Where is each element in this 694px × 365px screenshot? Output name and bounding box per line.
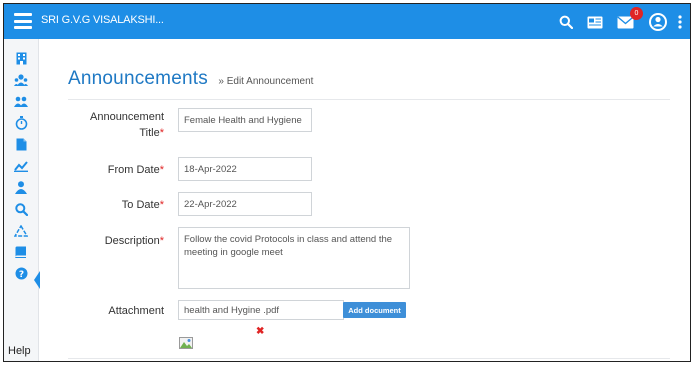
from-date-input[interactable]: 18-Apr-2022 bbox=[178, 157, 312, 181]
more-options-icon[interactable] bbox=[678, 15, 682, 29]
brand-name: SRI G.V.G VISALAKSHI... bbox=[41, 14, 164, 26]
search-icon[interactable] bbox=[4, 199, 38, 221]
notification-badge: 0 bbox=[630, 6, 643, 20]
app-window: SRI G.V.G VISALAKSHI... 0 ? Help Announc… bbox=[3, 3, 691, 362]
top-bar-actions: 0 bbox=[545, 6, 682, 34]
question-icon[interactable]: ? bbox=[4, 263, 38, 285]
breadcrumb: » Edit Announcement bbox=[218, 76, 314, 87]
add-document-button[interactable]: Add document bbox=[343, 302, 406, 318]
to-date-label: To Date* bbox=[121, 199, 164, 211]
title-label-line2: Title* bbox=[139, 127, 164, 139]
required-mark: * bbox=[159, 235, 164, 247]
chart-icon[interactable] bbox=[4, 156, 38, 178]
description-label: Description* bbox=[104, 235, 164, 247]
required-mark: * bbox=[159, 199, 164, 211]
users-icon[interactable] bbox=[4, 70, 38, 92]
book-icon[interactable] bbox=[4, 242, 38, 264]
required-mark: * bbox=[159, 127, 164, 139]
to-date-input[interactable]: 22-Apr-2022 bbox=[178, 192, 312, 216]
from-date-label: From Date* bbox=[107, 164, 164, 176]
help-link[interactable]: Help bbox=[8, 345, 31, 357]
mail-icon[interactable]: 0 bbox=[617, 6, 643, 29]
group-icon[interactable] bbox=[4, 91, 38, 113]
main-content: Announcements » Edit Announcement Announ… bbox=[38, 39, 690, 361]
title-label-line1: Announcement bbox=[90, 111, 164, 123]
user-icon[interactable] bbox=[4, 177, 38, 199]
stopwatch-icon[interactable] bbox=[4, 113, 38, 135]
divider bbox=[68, 99, 670, 100]
divider bbox=[68, 358, 670, 359]
svg-text:?: ? bbox=[18, 270, 23, 280]
document-icon[interactable] bbox=[4, 134, 38, 156]
sidebar: ? Help bbox=[4, 39, 40, 361]
remove-attachment-icon[interactable]: ✖ bbox=[256, 326, 264, 337]
page-heading: Announcements » Edit Announcement bbox=[68, 68, 313, 90]
news-icon[interactable] bbox=[587, 16, 603, 29]
recycle-icon[interactable] bbox=[4, 220, 38, 242]
broken-image-icon bbox=[179, 337, 193, 349]
menu-icon[interactable] bbox=[14, 13, 32, 29]
attachment-input[interactable]: health and Hygine .pdf bbox=[178, 300, 344, 320]
building-icon[interactable] bbox=[4, 48, 38, 70]
required-mark: * bbox=[159, 164, 164, 176]
page-title: Announcements bbox=[68, 68, 208, 89]
search-icon[interactable] bbox=[559, 15, 573, 29]
description-textarea[interactable]: Follow the covid Protocols in class and … bbox=[178, 227, 410, 289]
title-label: Announcement Title* bbox=[90, 109, 164, 141]
avatar[interactable] bbox=[648, 12, 668, 32]
attachment-label: Attachment bbox=[108, 305, 164, 317]
top-bar: SRI G.V.G VISALAKSHI... 0 bbox=[4, 4, 690, 39]
title-input[interactable]: Female Health and Hygiene bbox=[178, 108, 312, 132]
